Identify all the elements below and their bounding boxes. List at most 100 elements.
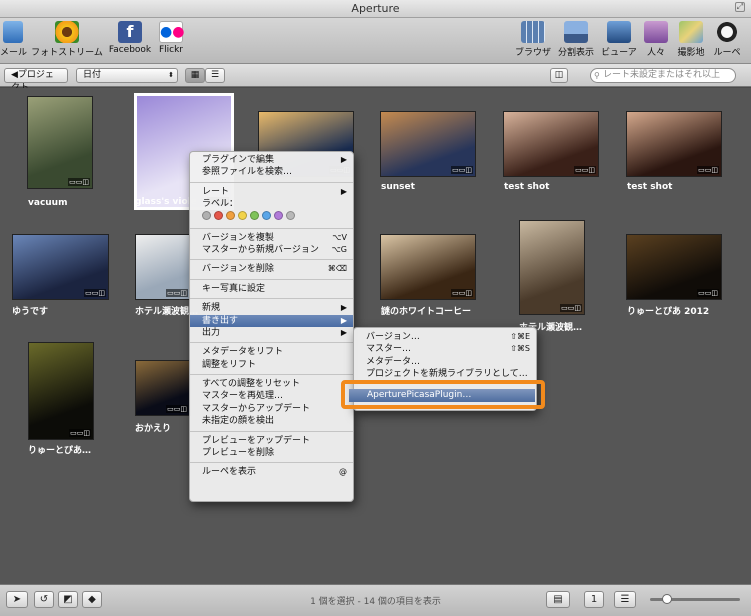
photo-image[interactable]: ▭▭◫ — [626, 111, 722, 177]
photo-image[interactable]: ▭▭◫ — [380, 234, 476, 300]
context-menu-item[interactable]: 出力 ▶ — [190, 327, 353, 339]
menu-separator — [190, 430, 353, 432]
label-color-swatch[interactable] — [202, 210, 211, 220]
menu-item-label: マスター… — [366, 344, 412, 355]
menu-item-label: すべての調整をリセット — [202, 379, 301, 390]
photo-image[interactable]: ▭▭◫ — [27, 96, 93, 189]
context-menu-item[interactable]: バージョンを複製 ⌥V — [190, 232, 353, 244]
toolbar-split-view-button[interactable]: 分割表示 — [556, 21, 596, 58]
photo-caption: りゅーとぴあ… — [28, 446, 92, 456]
photo-image[interactable]: ▭▭◫ — [135, 360, 191, 416]
facebook-icon: f — [118, 21, 142, 43]
context-menu-item[interactable]: キー写真に設定 — [190, 283, 353, 295]
toolbar-mail-button[interactable]: メール — [0, 21, 27, 58]
back-chevron-icon: ◀ — [11, 70, 18, 80]
label-color-swatch[interactable] — [226, 210, 235, 220]
grid-view-icon: ▦ — [190, 70, 200, 80]
menu-separator — [190, 298, 353, 300]
submenu-arrow-icon: ▶ — [340, 303, 347, 313]
context-menu-item[interactable]: プレビューを削除 — [190, 447, 353, 459]
viewer-icon — [607, 21, 631, 43]
single-view-button[interactable]: 1 — [584, 591, 604, 608]
slider-knob[interactable] — [662, 594, 672, 604]
photo-image[interactable]: ▭▭◫ — [12, 234, 109, 300]
search-icon: ⚲ — [594, 71, 600, 80]
grid-icon — [521, 21, 545, 43]
export-submenu-item[interactable]: バージョン… ⇧⌘E — [354, 331, 536, 343]
menu-separator — [190, 259, 353, 261]
sort-select[interactable]: 日付 ⬍ — [76, 68, 178, 83]
photo-image[interactable]: ▭▭◫ — [135, 234, 191, 300]
menu-item-label: バージョンを削除 — [202, 264, 274, 275]
export-submenu-item[interactable]: マスター… ⇧⌘S — [354, 343, 536, 355]
label-color-swatch[interactable] — [250, 210, 259, 220]
toolbar-faces-button[interactable]: 人々 — [642, 21, 670, 58]
grid-view-button[interactable]: ▦ — [185, 68, 205, 83]
fullscreen-icon[interactable]: ⤢ — [735, 2, 745, 12]
context-menu-item[interactable]: 未指定の顔を検出 — [190, 415, 353, 427]
toolbar: メール フォトストリーム f Facebook ●● Flickr ブラウザ 分割表… — [0, 18, 751, 64]
label-color-swatch[interactable] — [262, 210, 271, 220]
split-view-icon — [564, 21, 588, 43]
context-menu-item[interactable]: 新規 ▶ — [190, 302, 353, 314]
context-menu-item[interactable]: すべての調整をリセット — [190, 378, 353, 390]
metadata-overlay-button[interactable]: ▤ — [546, 591, 570, 608]
overlay-icon: ▤ — [553, 594, 563, 605]
version-badge-icon: ▭▭◫ — [451, 166, 473, 174]
filter-hud-button[interactable]: ◫ — [550, 68, 568, 83]
context-menu-item[interactable]: 書き出す ▶ — [190, 314, 353, 327]
export-submenu-item[interactable]: プロジェクトを新規ライブラリとして… — [354, 368, 536, 380]
toolbar-photostream-button[interactable]: フォトストリーム — [30, 21, 104, 58]
label-color-swatch[interactable] — [214, 210, 223, 220]
context-menu-item[interactable]: 参照ファイルを検索… — [190, 166, 353, 178]
toolbar-viewer-button[interactable]: ビューア — [600, 21, 638, 58]
menu-item-label: マスターからアップデート — [202, 403, 311, 414]
toolbar-facebook-button[interactable]: f Facebook — [108, 21, 152, 55]
context-menu-item[interactable]: レート ▶ — [190, 186, 353, 198]
label-color-swatch[interactable] — [286, 210, 295, 220]
version-badge-icon: ▭▭◫ — [560, 304, 582, 312]
list-view-button[interactable]: ☰ — [205, 68, 225, 83]
menu-separator — [190, 342, 353, 344]
photo-caption: vacuum — [28, 198, 68, 208]
menu-shortcut: ⌥G — [331, 244, 347, 254]
menu-item-label: レート — [202, 186, 230, 197]
menu-item-label: プロジェクトを新規ライブラリとして… — [366, 368, 528, 379]
menu-separator — [190, 181, 353, 183]
menu-item-label: ルーペを表示 — [202, 467, 257, 478]
select-arrows-icon: ⬍ — [168, 71, 174, 79]
context-menu-item[interactable]: 調整をリフト — [190, 359, 353, 371]
list-toggle-button[interactable]: ☰ — [614, 591, 636, 608]
export-submenu-item[interactable]: メタデータ… — [354, 356, 536, 368]
menu-shortcut: ⇧⌘S — [510, 344, 530, 354]
photo-image[interactable]: ▭▭◫ — [380, 111, 476, 177]
menu-item-label: 未指定の顔を検出 — [202, 416, 275, 427]
context-menu-item[interactable]: マスターを再処理… — [190, 390, 353, 402]
photo-image[interactable]: ▭▭◫ — [626, 234, 722, 300]
context-menu-item[interactable]: プレビューをアップデート — [190, 435, 353, 447]
context-menu-item[interactable]: ルーペを表示 @ — [190, 466, 353, 478]
toolbar-browser-button[interactable]: ブラウザ — [514, 21, 552, 58]
photo-image[interactable]: ▭▭◫ — [519, 220, 585, 315]
thumbnail-size-slider[interactable] — [650, 594, 740, 604]
window-title: Aperture — [351, 2, 400, 15]
label-color-swatch[interactable] — [238, 210, 247, 220]
context-menu-item[interactable]: メタデータをリフト — [190, 346, 353, 358]
toolbar-places-button[interactable]: 撮影地 — [676, 21, 706, 58]
label-color-swatch[interactable] — [274, 210, 283, 220]
toolbar-loupe-button[interactable]: ルーペ — [710, 21, 744, 58]
photo-caption: りゅーとぴあ 2012 — [627, 307, 710, 317]
context-menu-item[interactable]: マスターからアップデート — [190, 403, 353, 415]
search-field[interactable]: ⚲ レート未設定またはそれ以上 — [590, 68, 736, 83]
photo-image[interactable]: ▭▭◫ — [28, 342, 94, 440]
context-menu-item[interactable]: プラグインで編集 ▶ — [190, 154, 353, 166]
picasa-plugin-menu-item[interactable]: AperturePicasaPlugin… — [349, 389, 535, 402]
menu-item-label: 書き出す — [202, 315, 239, 326]
photo-image[interactable]: ▭▭◫ — [503, 111, 599, 177]
toolbar-flickr-button[interactable]: ●● Flickr — [156, 21, 186, 55]
context-menu-item[interactable]: バージョンを削除 ⌘⌫ — [190, 263, 353, 275]
menu-item-label: マスターから新規バージョン — [202, 244, 319, 255]
context-menu-item[interactable]: ラベル： — [190, 198, 353, 210]
context-menu-item[interactable]: マスターから新規バージョン ⌥G — [190, 244, 353, 256]
project-back-button[interactable]: ◀プロジェクト — [4, 68, 68, 93]
